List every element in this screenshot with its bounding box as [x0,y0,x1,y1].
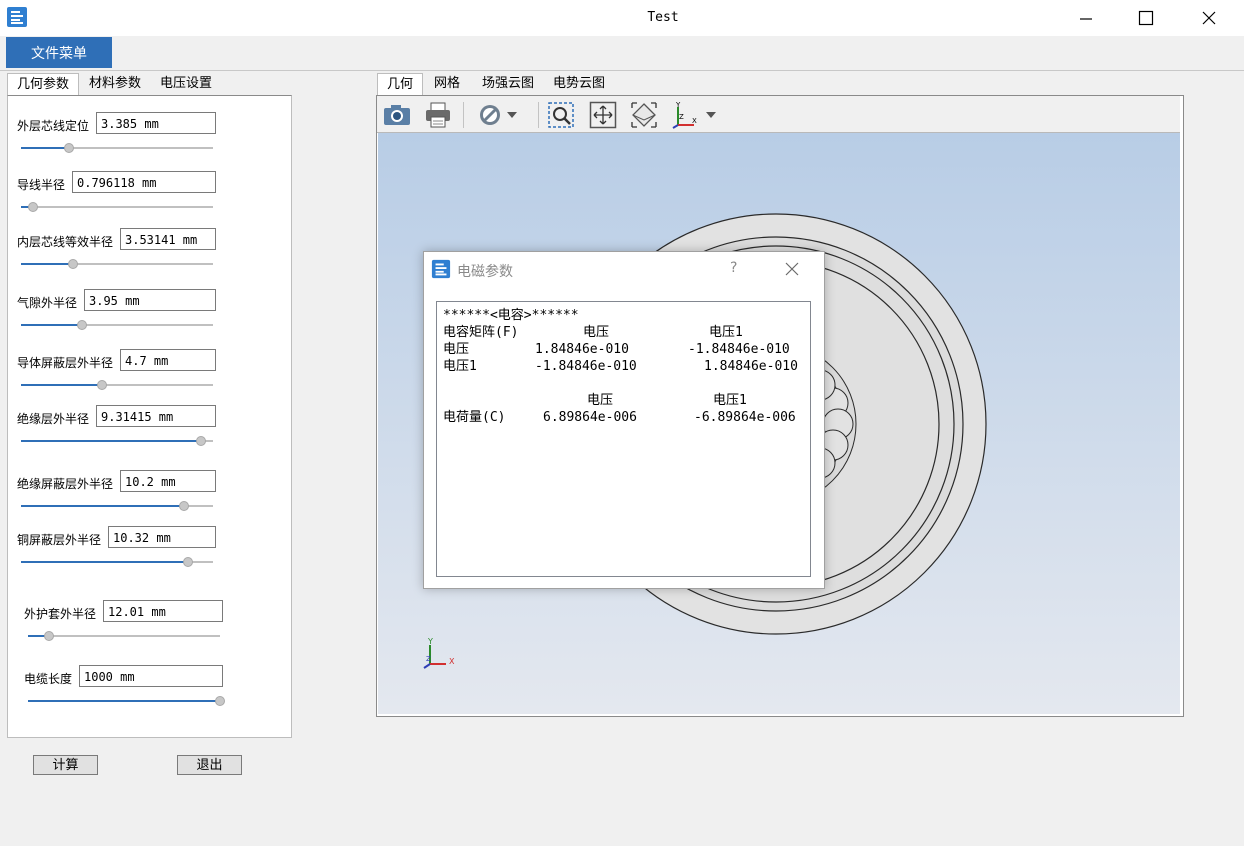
dropdown-arrow-icon[interactable] [505,101,519,129]
slider-fill [21,561,188,563]
slider-handle[interactable] [44,631,54,641]
no-entry-icon[interactable] [476,101,504,129]
axis-y-label: Y [427,637,433,646]
cap-col-voltage: 电压 [583,325,610,340]
camera-icon[interactable] [383,101,411,129]
param-label: 气隙外半径 [17,296,78,310]
maximize-icon [1138,10,1154,26]
results-header: ******<电容>****** [443,308,579,323]
charge-value: 6.89864e-006 [543,410,637,425]
axis-triad: Y X Z [423,637,455,669]
tab-field-strength-contour[interactable]: 场强云图 [476,73,540,95]
menu-bar [0,36,1244,70]
minimize-button[interactable] [1057,0,1115,36]
charge-label: 电荷量(C) [443,410,506,425]
svg-text:X: X [692,117,697,125]
dialog-title: 电磁参数 [457,264,513,280]
file-menu[interactable]: 文件菜单 [6,37,112,68]
param-input[interactable]: 0.796118 mm [72,171,216,193]
slider-fill [21,440,201,442]
tab-geometry[interactable]: 几何 [377,73,423,96]
print-icon[interactable] [424,101,452,129]
tab-mesh[interactable]: 网格 [424,73,470,95]
charge-col-voltage1: 电压1 [713,393,747,408]
param-input[interactable]: 4.7 mm [120,349,216,371]
dropdown-arrow-icon[interactable] [704,101,718,129]
compute-button[interactable]: 计算 [33,755,98,775]
slider-fill [21,384,102,386]
close-button[interactable] [1180,0,1238,36]
fit-view-icon[interactable] [589,101,617,129]
charge-value: -6.89864e-006 [694,410,796,425]
slider-handle[interactable] [196,436,206,446]
menu-divider [0,70,1244,71]
cap-value: -1.84846e-010 [535,359,637,374]
dialog-close-button[interactable] [784,261,800,280]
cap-value: 1.84846e-010 [535,342,629,357]
close-icon [785,262,799,276]
param-input[interactable]: 3.53141 mm [120,228,216,250]
close-icon [1202,11,1216,25]
param-label: 绝缘屏蔽层外半径 [17,477,114,491]
param-input[interactable]: 10.32 mm [108,526,216,548]
param-input[interactable]: 10.2 mm [120,470,216,492]
minimize-icon [1080,18,1092,20]
axis-x-label: X [449,657,455,666]
help-button[interactable]: ? [730,260,737,276]
zoom-box-icon[interactable] [547,101,575,129]
dialog-app-icon [431,259,451,279]
param-input[interactable]: 1000 mm [79,665,223,687]
param-input[interactable]: 3.95 mm [84,289,216,311]
cap-col-voltage1: 电压1 [709,325,743,340]
param-label: 电缆长度 [24,672,73,686]
slider-handle[interactable] [183,557,193,567]
param-input[interactable]: 3.385 mm [96,112,216,134]
param-label: 内层芯线等效半径 [17,235,114,249]
slider-fill [21,324,82,326]
tab-potential-contour[interactable]: 电势云图 [546,73,612,95]
slider-handle[interactable] [77,320,87,330]
slider-fill [28,700,220,702]
slider-handle[interactable] [28,202,38,212]
param-label: 绝缘层外半径 [17,412,90,426]
tab-material-params[interactable]: 材料参数 [80,73,150,95]
param-label: 外层芯线定位 [17,119,90,133]
slider-handle[interactable] [68,259,78,269]
slider-handle[interactable] [179,501,189,511]
param-slider[interactable] [21,206,213,208]
cap-row-label: 电压1 [443,359,477,374]
axis-z-label: Z [426,655,431,663]
param-slider[interactable] [28,635,220,637]
toolbar-separator [538,102,539,128]
param-label: 铜屏蔽层外半径 [17,533,102,547]
slider-fill [21,147,69,149]
slider-fill [21,263,73,265]
tab-voltage-settings[interactable]: 电压设置 [151,73,221,95]
param-label: 外护套外半径 [24,607,97,621]
param-label: 导体屏蔽层外半径 [17,356,114,370]
svg-text:Y: Y [675,101,681,109]
cap-value: -1.84846e-010 [688,342,790,357]
tab-geometry-params[interactable]: 几何参数 [7,73,79,96]
main-window: Test 文件菜单 几何参数 材料参数 电压设置 外层芯线定位 3.385 mm 导… [0,0,1244,846]
slider-handle[interactable] [97,380,107,390]
toolbar-separator [463,102,464,128]
slider-fill [21,505,184,507]
cap-matrix-title: 电容矩阵(F) [443,325,519,340]
slider-handle[interactable] [215,696,225,706]
axes-icon[interactable]: Y XZ [670,101,698,129]
iso-view-icon[interactable] [630,101,658,129]
cap-value: 1.84846e-010 [704,359,798,374]
svg-text:Z: Z [679,113,684,121]
param-label: 导线半径 [17,178,66,192]
exit-button[interactable]: 退出 [177,755,242,775]
slider-handle[interactable] [64,143,74,153]
maximize-button[interactable] [1117,0,1175,36]
param-input[interactable]: 9.31415 mm [96,405,216,427]
param-input[interactable]: 12.01 mm [103,600,223,622]
cap-row-label: 电压 [443,342,470,357]
charge-col-voltage: 电压 [587,393,614,408]
